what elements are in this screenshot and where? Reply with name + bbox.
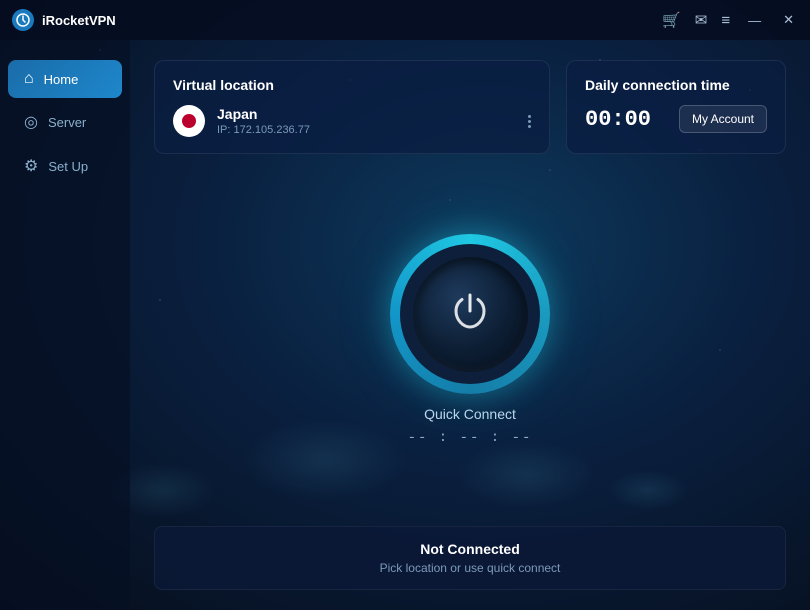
power-button[interactable] [390, 234, 550, 394]
titlebar: iRocketVPN 🛒 ✉ ≡ — ✕ [0, 0, 810, 40]
titlebar-left: iRocketVPN [12, 9, 116, 31]
status-bar: Not Connected Pick location or use quick… [154, 526, 786, 590]
power-button-mid [400, 244, 540, 384]
connection-time-title: Daily connection time [585, 77, 767, 93]
setup-icon: ⚙ [24, 156, 38, 176]
country-name: Japan [217, 106, 516, 122]
status-subtitle: Pick location or use quick connect [175, 561, 765, 575]
mail-icon[interactable]: ✉ [695, 11, 708, 29]
app-logo [12, 9, 34, 31]
center-area: Quick Connect -- : -- : -- [154, 170, 786, 510]
location-info: Japan IP: 172.105.236.77 [217, 106, 516, 136]
sidebar-setup-label: Set Up [48, 159, 88, 174]
dot-2 [528, 120, 531, 123]
dot-1 [528, 115, 531, 118]
sidebar: ⌂ Home ◎ Server ⚙ Set Up [0, 40, 130, 610]
minimize-button[interactable]: — [744, 11, 765, 30]
top-row: Virtual location Japan IP: 172.105.236.7… [154, 60, 786, 154]
ip-address: IP: 172.105.236.77 [217, 124, 516, 136]
timer-display: -- : -- : -- [408, 430, 533, 446]
status-title: Not Connected [175, 541, 765, 557]
virtual-location-title: Virtual location [173, 77, 531, 93]
location-row: Japan IP: 172.105.236.77 [173, 105, 531, 137]
content-area: Virtual location Japan IP: 172.105.236.7… [130, 40, 810, 610]
time-row: 00:00 My Account [585, 105, 767, 133]
sidebar-item-server[interactable]: ◎ Server [8, 102, 122, 142]
sidebar-server-label: Server [48, 115, 86, 130]
menu-icon[interactable]: ≡ [721, 12, 730, 29]
close-button[interactable]: ✕ [779, 10, 798, 30]
power-icon [448, 289, 492, 340]
time-display: 00:00 [585, 107, 651, 132]
quick-connect-label: Quick Connect [424, 406, 516, 422]
main-layout: ⌂ Home ◎ Server ⚙ Set Up Virtual locatio… [0, 40, 810, 610]
home-icon: ⌂ [24, 70, 34, 88]
server-icon: ◎ [24, 112, 38, 132]
dot-3 [528, 125, 531, 128]
connection-time-card: Daily connection time 00:00 My Account [566, 60, 786, 154]
virtual-location-card: Virtual location Japan IP: 172.105.236.7… [154, 60, 550, 154]
location-menu-button[interactable] [528, 115, 531, 128]
sidebar-item-home[interactable]: ⌂ Home [8, 60, 122, 98]
my-account-button[interactable]: My Account [679, 105, 767, 133]
power-button-inner [413, 257, 528, 372]
japan-flag [173, 105, 205, 137]
cart-icon[interactable]: 🛒 [662, 11, 681, 29]
app-title: iRocketVPN [42, 13, 116, 28]
sidebar-home-label: Home [44, 72, 79, 87]
titlebar-controls: 🛒 ✉ ≡ — ✕ [662, 10, 798, 30]
sidebar-item-setup[interactable]: ⚙ Set Up [8, 146, 122, 186]
